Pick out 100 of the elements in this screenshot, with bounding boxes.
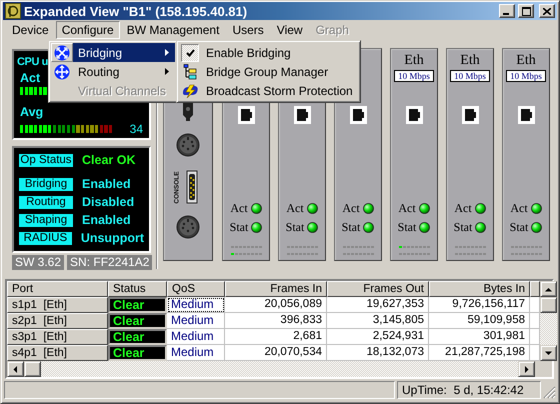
minimize-button[interactable] <box>499 4 515 18</box>
hierarchy-icon <box>183 64 197 80</box>
ethernet-jack-icon <box>294 106 310 124</box>
status-label: RADIUS <box>19 232 72 244</box>
led-label: Act <box>286 201 304 216</box>
row-header[interactable]: s3p1 [Eth] <box>7 329 108 345</box>
led-label: Act <box>342 201 360 216</box>
led-label: Stat <box>454 220 472 235</box>
qos-cell[interactable]: Medium <box>167 329 225 345</box>
resize-grip-icon[interactable] <box>543 386 556 399</box>
row-header[interactable]: s2p1 [Eth] <box>7 313 108 329</box>
table-cell: 301,981 <box>429 329 530 345</box>
menu-item[interactable]: Bridge Group Manager <box>179 62 358 81</box>
menu-item[interactable]: View <box>270 20 309 38</box>
status-cell: Clear <box>108 345 167 361</box>
menu-item[interactable]: Broadcast Storm Protection <box>179 81 358 100</box>
right-arrow-icon <box>523 366 530 372</box>
row-header[interactable]: s1p1 [Eth] <box>7 297 108 313</box>
table-cell: 2,524,931 <box>327 329 429 345</box>
port-type-label: Eth <box>404 53 424 69</box>
led-label: Act <box>510 201 528 216</box>
qos-cell[interactable]: Medium <box>167 297 225 313</box>
lightning-icon <box>181 84 199 98</box>
scroll-right-button[interactable] <box>518 361 535 377</box>
table-cell: 18,132,073 <box>327 345 429 361</box>
status-label: Bridging <box>19 178 73 190</box>
column-header[interactable]: Frames In <box>225 281 327 297</box>
table-cell: 20,070,534 <box>225 345 327 361</box>
led-label: Stat <box>230 220 248 235</box>
down-arrow-icon <box>545 350 552 356</box>
status-cell: Clear <box>108 297 167 313</box>
maximize-button[interactable] <box>518 4 534 18</box>
led-label: Act <box>454 201 472 216</box>
speed-label: 10 Mbps <box>506 70 546 82</box>
row-header[interactable]: s4p1 [Eth] <box>7 345 108 361</box>
ethernet-jack-icon <box>406 106 422 124</box>
menu-item[interactable]: Routing <box>51 62 175 81</box>
qos-cell[interactable]: Medium <box>167 313 225 329</box>
menu-item[interactable]: Users <box>226 20 270 38</box>
scroll-up-button[interactable] <box>540 281 557 297</box>
status-value: Unsupport <box>80 231 144 245</box>
column-header[interactable]: Frames Out <box>327 281 429 297</box>
uptime-label: UpTime: 5 d, 15:42:42 <box>397 381 541 399</box>
ethernet-jack-icon <box>238 106 254 124</box>
led-label: Stat <box>342 220 360 235</box>
window-title: Expanded View "B1" (158.195.40.81) <box>24 4 248 18</box>
up-arrow-icon <box>545 286 552 292</box>
status-cell: Clear <box>108 313 167 329</box>
four-arrows-icon <box>54 64 70 80</box>
status-cell: Clear <box>108 329 167 345</box>
port-type-label: Eth <box>516 53 536 69</box>
speed-label: 10 Mbps <box>394 70 434 82</box>
round-connector-icon <box>176 215 200 239</box>
menu-item[interactable]: BW Management <box>120 20 226 38</box>
led-label: Stat <box>286 220 304 235</box>
serial-number: SN: FF2241A2 <box>67 255 152 270</box>
ethernet-jack-icon <box>462 106 478 124</box>
connector-icon <box>181 103 195 121</box>
maximize-icon <box>522 6 530 16</box>
table-cell: 20,056,089 <box>225 297 327 313</box>
ethernet-jack-icon <box>518 106 534 124</box>
status-value: Enabled <box>82 177 131 191</box>
column-header[interactable]: Port <box>7 281 108 297</box>
column-header[interactable]: QoS <box>167 281 225 297</box>
meter-label: Act <box>20 71 40 85</box>
status-label: Shaping <box>19 214 73 226</box>
status-label: Op Status <box>19 154 73 166</box>
table-cell: 19,627,353 <box>327 297 429 313</box>
scroll-left-button[interactable] <box>7 361 24 377</box>
column-header[interactable]: Status <box>108 281 167 297</box>
led-label: Act <box>230 201 248 216</box>
app-icon <box>5 3 21 19</box>
cpu-title: CPU u <box>17 55 48 69</box>
ethernet-jack-icon <box>350 106 366 124</box>
menu-item[interactable]: Bridging <box>51 43 175 62</box>
check-box[interactable] <box>181 44 199 62</box>
status-value: Disabled <box>82 195 134 209</box>
close-icon <box>543 8 551 14</box>
menu-item[interactable]: Configure <box>56 20 120 38</box>
qos-cell[interactable]: Medium <box>167 345 225 361</box>
column-header[interactable]: Bytes In <box>429 281 530 297</box>
led-label: Stat <box>510 220 528 235</box>
menu-item[interactable]: Enable Bridging <box>179 43 358 62</box>
menu-item[interactable]: Device <box>6 20 55 38</box>
left-arrow-icon <box>12 366 19 372</box>
scroll-thumb[interactable] <box>24 361 41 377</box>
scroll-thumb[interactable] <box>540 297 557 313</box>
status-value: Clear OK <box>82 153 136 167</box>
led-label: Stat <box>398 220 416 235</box>
port-type-label: Eth <box>460 53 480 69</box>
status-value: Enabled <box>82 213 131 227</box>
table-cell: 59,109,958 <box>429 313 530 329</box>
software-version: SW 3.62 <box>12 255 64 270</box>
table-cell: 2,681 <box>225 329 327 345</box>
scroll-down-button[interactable] <box>540 345 557 361</box>
led-label: Act <box>398 201 416 216</box>
table-cell: 21,287,725,198 <box>429 345 530 361</box>
table-cell: 3,145,805 <box>327 313 429 329</box>
close-button[interactable] <box>539 4 555 18</box>
serial-port-icon <box>186 170 198 204</box>
